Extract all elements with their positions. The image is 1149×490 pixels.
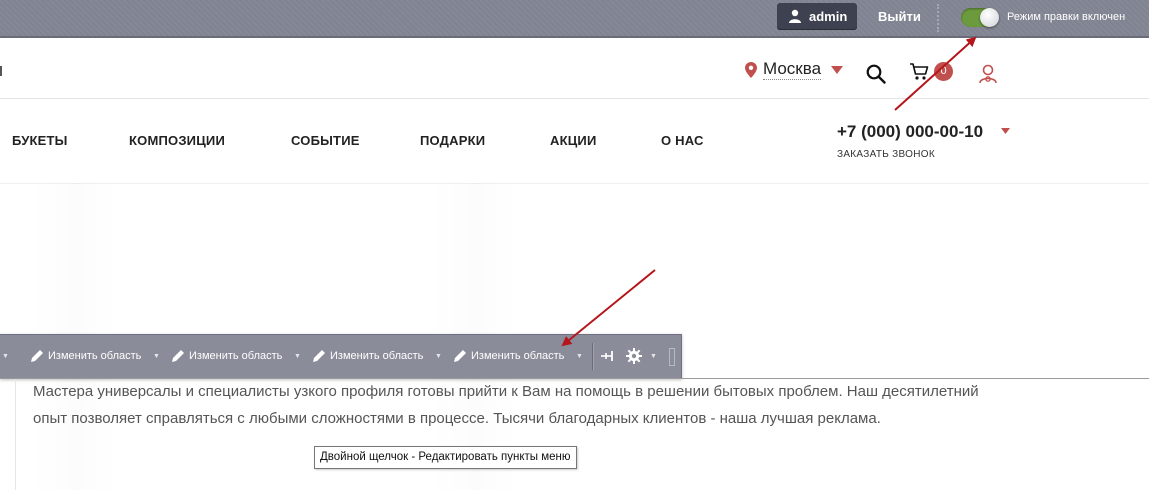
pin-icon[interactable] <box>600 349 614 363</box>
search-icon[interactable] <box>866 64 886 84</box>
edit-area-toolbar: ▼ Изменить область ▼ Изменить область ▼ … <box>0 334 682 379</box>
pencil-icon <box>31 350 43 362</box>
edit-mode-toggle[interactable] <box>961 8 999 27</box>
pencil-icon <box>454 350 466 362</box>
user-icon <box>789 9 801 23</box>
settings-dropdown-icon[interactable]: ▼ <box>650 335 657 378</box>
phone-dropdown-icon[interactable] <box>1001 128 1010 134</box>
phone-number[interactable]: +7 (000) 000-00-10 <box>837 122 983 142</box>
menu-item-promotions[interactable]: АКЦИИ <box>550 133 597 148</box>
toggle-knob <box>980 8 999 27</box>
admin-panel: admin Выйти Режим правки включен <box>0 0 1149 38</box>
pencil-icon <box>313 350 325 362</box>
toolbar-separator <box>592 343 594 370</box>
edit-area-label: Изменить область <box>189 350 283 362</box>
edit-area-label: Изменить область <box>471 350 565 362</box>
edit-area-label: Изменить область <box>48 350 142 362</box>
admin-user-button[interactable]: admin <box>777 3 857 30</box>
main-menu: БУКЕТЫ КОМПОЗИЦИИ СОБЫТИЕ ПОДАРКИ АКЦИИ … <box>0 99 1149 184</box>
admin-user-label: admin <box>809 9 848 24</box>
pencil-icon <box>172 350 184 362</box>
cart-icon[interactable] <box>909 62 931 82</box>
caret-down-icon <box>831 66 843 74</box>
logo-fragment <box>0 66 2 76</box>
menu-item-gifts[interactable]: ПОДАРКИ <box>420 133 485 148</box>
content-text: Мастера универсалы и специалисты узкого … <box>33 383 979 427</box>
callback-link[interactable]: ЗАКАЗАТЬ ЗВОНОК <box>837 149 935 160</box>
admin-divider <box>937 4 939 32</box>
menu-item-bouquets[interactable]: БУКЕТЫ <box>12 133 68 148</box>
gear-icon[interactable] <box>626 348 642 364</box>
user-icon[interactable] <box>977 63 999 85</box>
drag-handle[interactable] <box>669 348 675 366</box>
logout-link[interactable]: Выйти <box>878 0 921 34</box>
edit-mode-label: Режим правки включен <box>1007 11 1126 23</box>
city-name: Москва <box>763 59 822 80</box>
edit-area-label: Изменить область <box>330 350 424 362</box>
cart-count-badge: 0 <box>934 62 953 81</box>
site-header: Москва 0 <box>0 38 1149 99</box>
menu-edit-tooltip: Двойной щелчок - Редактировать пункты ме… <box>314 446 577 469</box>
location-pin-icon <box>745 62 757 78</box>
menu-item-about[interactable]: О НАС <box>661 133 704 148</box>
menu-item-event[interactable]: СОБЫТИЕ <box>291 133 360 148</box>
content-border <box>15 379 16 490</box>
menu-item-compositions[interactable]: КОМПОЗИЦИИ <box>129 133 225 148</box>
